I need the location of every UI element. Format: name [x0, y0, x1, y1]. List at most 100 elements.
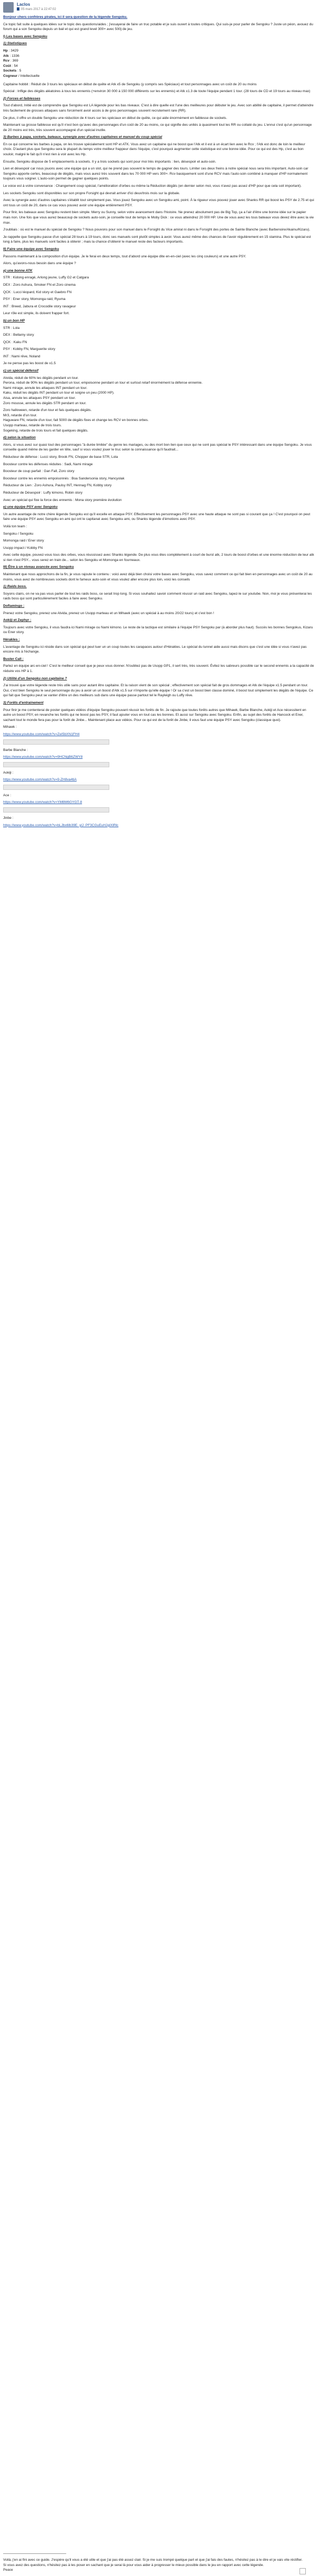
raid-title: Doflamingo : — [3, 604, 25, 608]
stat-row: Cogneur / Intellectuelle — [3, 74, 40, 78]
post-content: Bonjour chers confrères pirates, ici il … — [3, 15, 314, 830]
section-title: I) Les bases avec Sengoku — [3, 34, 47, 38]
subsection-title: 2) Utilité d'un Sengoku non capitaine ? — [3, 676, 67, 680]
team-hp-list: STR : Lola DEX : Bellamy story QCK : Kak… — [3, 326, 314, 359]
situation-list: Réducteur de défense : Lucci story, Broo… — [3, 455, 314, 503]
paragraph: En ce qui concerne les barbes à papa, on… — [3, 142, 305, 157]
message-icon — [17, 7, 19, 11]
author-name[interactable]: Laclos — [17, 2, 30, 7]
intro-paragraph: Ce topic fait suite à quelques idées sur… — [3, 22, 313, 32]
paragraph: Lien et désespoir car nous jouons avec u… — [3, 167, 308, 181]
video-label: Barbe Blanche : — [3, 748, 28, 752]
post-footer: Voilà, j'en ai fini avec ce guide. J'esp… — [3, 2558, 314, 2573]
list-item: Momonga raid / Ener story — [3, 539, 44, 543]
video-list: Mihawk : https://www.youtube.com/watch?v… — [3, 725, 314, 828]
paragraph: J'oubliais : où est le manuel du spécial… — [3, 228, 311, 232]
paragraph: Parlez en équipe arc-en-ciel ! C'est le … — [3, 664, 314, 673]
avatar[interactable] — [3, 2, 14, 13]
list-item: Réducteur de défense : Lucci story, Broo… — [3, 455, 118, 459]
paragraph: J'ai trouvé que votre légende reste très… — [3, 684, 313, 698]
list-item: INT : Breed, Jabura et Crocodile story r… — [3, 304, 76, 308]
list-item: QCK : Lucci léopard, Kid story et Gaebro… — [3, 290, 72, 294]
team-atk-list: STR : Kidong enragé, Arlong jeune, Luffy… — [3, 275, 314, 309]
footer-paragraph: Si vous avez des questions, n'hésitez pa… — [3, 2563, 264, 2567]
video-label: Aokiji : — [3, 770, 14, 775]
post-date: 05 mars 2017 à 22:47:02 — [21, 8, 56, 11]
greeting: Bonjour chers confrères pirates, ici il … — [3, 15, 128, 19]
list-item: Avec un spécial qui fixe la force des en… — [3, 498, 122, 502]
paragraph: De plus, il offre un double Sengoku une … — [3, 116, 228, 120]
subsection-title: 1) Statistiques — [3, 42, 27, 46]
subsection-title: 3) Forêts d'entrainement — [3, 700, 44, 705]
paragraph: Maintenant que nous approchons de la fin… — [3, 573, 313, 582]
subsection-title: 3) Barbes à papa, sockets, bateaux, syne… — [3, 135, 162, 139]
list-item: DEX : Zoro Ashura, Smoker FN et Zoro cin… — [3, 283, 76, 287]
video-link[interactable]: https://www.youtube.com/watch?v=bLJbx6lb… — [3, 823, 314, 828]
profile-icon[interactable] — [300, 2568, 306, 2574]
stat-row: Coût : 54 — [3, 64, 18, 68]
paragraph: Maintenant sa grosse faiblesse est qu'il… — [3, 123, 312, 132]
subsection-title: d) selon la situation — [3, 436, 36, 440]
raid-title: Aokiji et Zephyr : — [3, 618, 32, 623]
video-embed[interactable] — [3, 784, 109, 790]
video-label: Jinbe : — [3, 816, 14, 820]
paragraph: Le voice est à votre convenance : Change… — [3, 184, 302, 188]
subsection-title: 2) Forces et faiblesses — [3, 96, 40, 101]
video-link[interactable]: https://www.youtube.com/watch?v=9-ZH8va4… — [3, 777, 314, 783]
paragraph: Avec la synergie avec d'autres capitaine… — [3, 198, 314, 207]
list-item: DEX : Bellamy story — [3, 333, 34, 337]
stat-row: Rcv : 369 — [3, 59, 18, 63]
video-link[interactable]: https://www.youtube.com/watch?v=9HCNgB6Z… — [3, 755, 314, 760]
list-item: Réducteur de Désespoir : Luffy kimono, R… — [3, 490, 82, 495]
stats-list: Hp : 3429 Atk : 1336 Rcv : 369 Coût : 54… — [3, 48, 314, 79]
paragraph: Zoro halloween, retarde d'un tour et fai… — [3, 408, 149, 433]
paragraph: Toujours avec votre Sengoku, il vous fau… — [3, 625, 313, 635]
special-ability: Spécial : Inflige des dégâts aléatoires … — [3, 89, 311, 94]
post-header: Laclos 05 mars 2017 à 22:47:02 — [0, 0, 320, 14]
list-item: PSY : Kobby FN, Marguerite story — [3, 347, 56, 352]
signature: Peace — [3, 2568, 13, 2572]
paragraph: Avec cette équipe, pouvez-vous tous des … — [3, 553, 314, 562]
subsection-title: b) un bon HP — [3, 318, 25, 323]
list-item: Réducteur de Lien : Zoro Ashura, Paulsy … — [3, 484, 112, 488]
list-item: Boosteur contre les ennemis empoisonnés … — [3, 476, 125, 480]
paragraph: Soyons clairs, on ne va pas vous parler … — [3, 592, 312, 601]
video-link[interactable]: https://www.youtube.com/watch?v=ZeI5bXN1… — [3, 732, 314, 737]
list-item: Boosteur contre les défenses réduites : … — [3, 462, 93, 466]
paragraph: Tout d'abord, Initié est de comprendre q… — [3, 104, 314, 113]
list-item: STR : Kidong enragé, Arlong jeune, Luffy… — [3, 276, 89, 280]
paragraph: Voilà ton team : — [3, 524, 27, 528]
video-embed[interactable] — [3, 761, 109, 767]
paragraph: Je rappelle que Sengoku passe d'un spéci… — [3, 235, 311, 244]
paragraph: Pour finir je me contenterai de poster q… — [3, 708, 306, 722]
forum-post: Laclos 05 mars 2017 à 22:47:02 Bonjour c… — [0, 0, 320, 2576]
paragraph: L'avantage de Sengoku ici réside dans so… — [3, 645, 307, 654]
list-item: STR : Lola — [3, 326, 20, 330]
video-label: Mihawk : — [3, 725, 17, 729]
paragraph: Alors, qu'avons-nous besoin dans une équ… — [3, 262, 76, 266]
paragraph: Un autre avantage de notre chère légende… — [3, 512, 311, 522]
paragraph: Prenez votre Sengoku, prenez une Alvida,… — [3, 611, 214, 615]
paragraph: Alors, si vous avez sur quasi tout des p… — [3, 443, 312, 452]
raid-title: Buster Call : — [3, 657, 24, 661]
video-embed[interactable] — [3, 739, 109, 745]
paragraph: Je ne pense pas les boost de x1.5 — [3, 362, 56, 366]
list-item: QCK : Kaku FN — [3, 340, 27, 344]
paragraph: Leur rôle est simple, ils doivent frappe… — [3, 312, 70, 316]
video-link[interactable]: https://www.youtube.com/watch?v=YM8M6GYG… — [3, 800, 314, 805]
stat-row: Sockets : 5 — [3, 69, 22, 73]
stat-row: Hp : 3429 — [3, 48, 18, 53]
team-psy-list: Sengoku / Sengoku Momonga raid / Ener st… — [3, 532, 314, 551]
paragraph: Pour finir, les bateaux avec Sengoku res… — [3, 211, 314, 225]
raid-title: Hérakles : — [3, 638, 20, 642]
list-item: Sengoku / Sengoku — [3, 532, 34, 536]
footer-paragraph: Voilà, j'en ai fini avec ce guide. J'esp… — [3, 2558, 303, 2562]
paragraph: Alvida, réduit de 60% les dégâts pendant… — [3, 376, 203, 405]
section-title: III) Être à un niveau avancée avec Sengo… — [3, 565, 74, 569]
subsection-title: 1) Raids boss. — [3, 585, 27, 589]
video-embed[interactable] — [3, 807, 109, 813]
video-label: Ace : — [3, 793, 12, 797]
list-item: Usopp impact / Kobby FN — [3, 546, 43, 550]
subsection-title: e) une équipe PSY avec Sengoku — [3, 505, 58, 509]
paragraph: Ensuite, Sengoku dispose de 5 emplacemen… — [3, 159, 216, 164]
